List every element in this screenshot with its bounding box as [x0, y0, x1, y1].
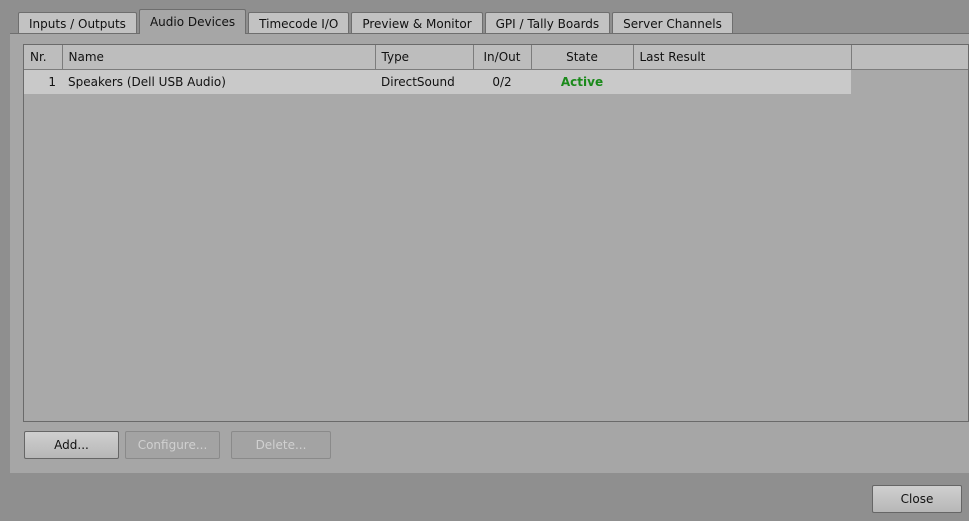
tab-audio-devices[interactable]: Audio Devices — [138, 9, 247, 34]
cell-in-out: 0/2 — [473, 69, 531, 94]
column-header-nr[interactable]: Nr. — [24, 45, 63, 70]
column-header-state[interactable]: State — [531, 45, 634, 70]
tab-inputs-outputs[interactable]: Inputs / Outputs — [18, 12, 137, 34]
cell-nr: 1 — [24, 69, 62, 94]
cell-last-result — [633, 69, 851, 94]
configure-button[interactable]: Configure... — [125, 431, 220, 459]
tab-preview-monitor[interactable]: Preview & Monitor — [351, 12, 483, 34]
tab-server-channels[interactable]: Server Channels — [612, 12, 733, 34]
cell-state: Active — [531, 69, 633, 94]
column-header-filler — [851, 45, 968, 70]
status-badge: Active — [560, 75, 604, 89]
table-row[interactable]: 1 Speakers (Dell USB Audio) DirectSound … — [24, 69, 968, 95]
column-header-in-out[interactable]: In/Out — [473, 45, 532, 70]
audio-devices-table[interactable]: Nr. Name Type In/Out State Last Result 1… — [23, 44, 969, 422]
table-header-row: Nr. Name Type In/Out State Last Result — [24, 45, 968, 70]
cell-filler — [851, 70, 968, 95]
cell-type: DirectSound — [375, 69, 473, 94]
dialog-footer — [0, 473, 969, 521]
tab-gpi-tally-boards[interactable]: GPI / Tally Boards — [484, 12, 611, 34]
close-button[interactable]: Close — [872, 485, 962, 513]
column-header-last-result[interactable]: Last Result — [633, 45, 852, 70]
cell-name: Speakers (Dell USB Audio) — [62, 69, 375, 94]
column-header-type[interactable]: Type — [375, 45, 474, 70]
tab-bar: Inputs / Outputs Audio Devices Timecode … — [18, 9, 735, 34]
add-button[interactable]: Add... — [24, 431, 119, 459]
column-header-name[interactable]: Name — [62, 45, 376, 70]
tab-timecode-io[interactable]: Timecode I/O — [248, 12, 350, 34]
delete-button[interactable]: Delete... — [231, 431, 331, 459]
audio-devices-panel: Nr. Name Type In/Out State Last Result 1… — [10, 33, 969, 473]
